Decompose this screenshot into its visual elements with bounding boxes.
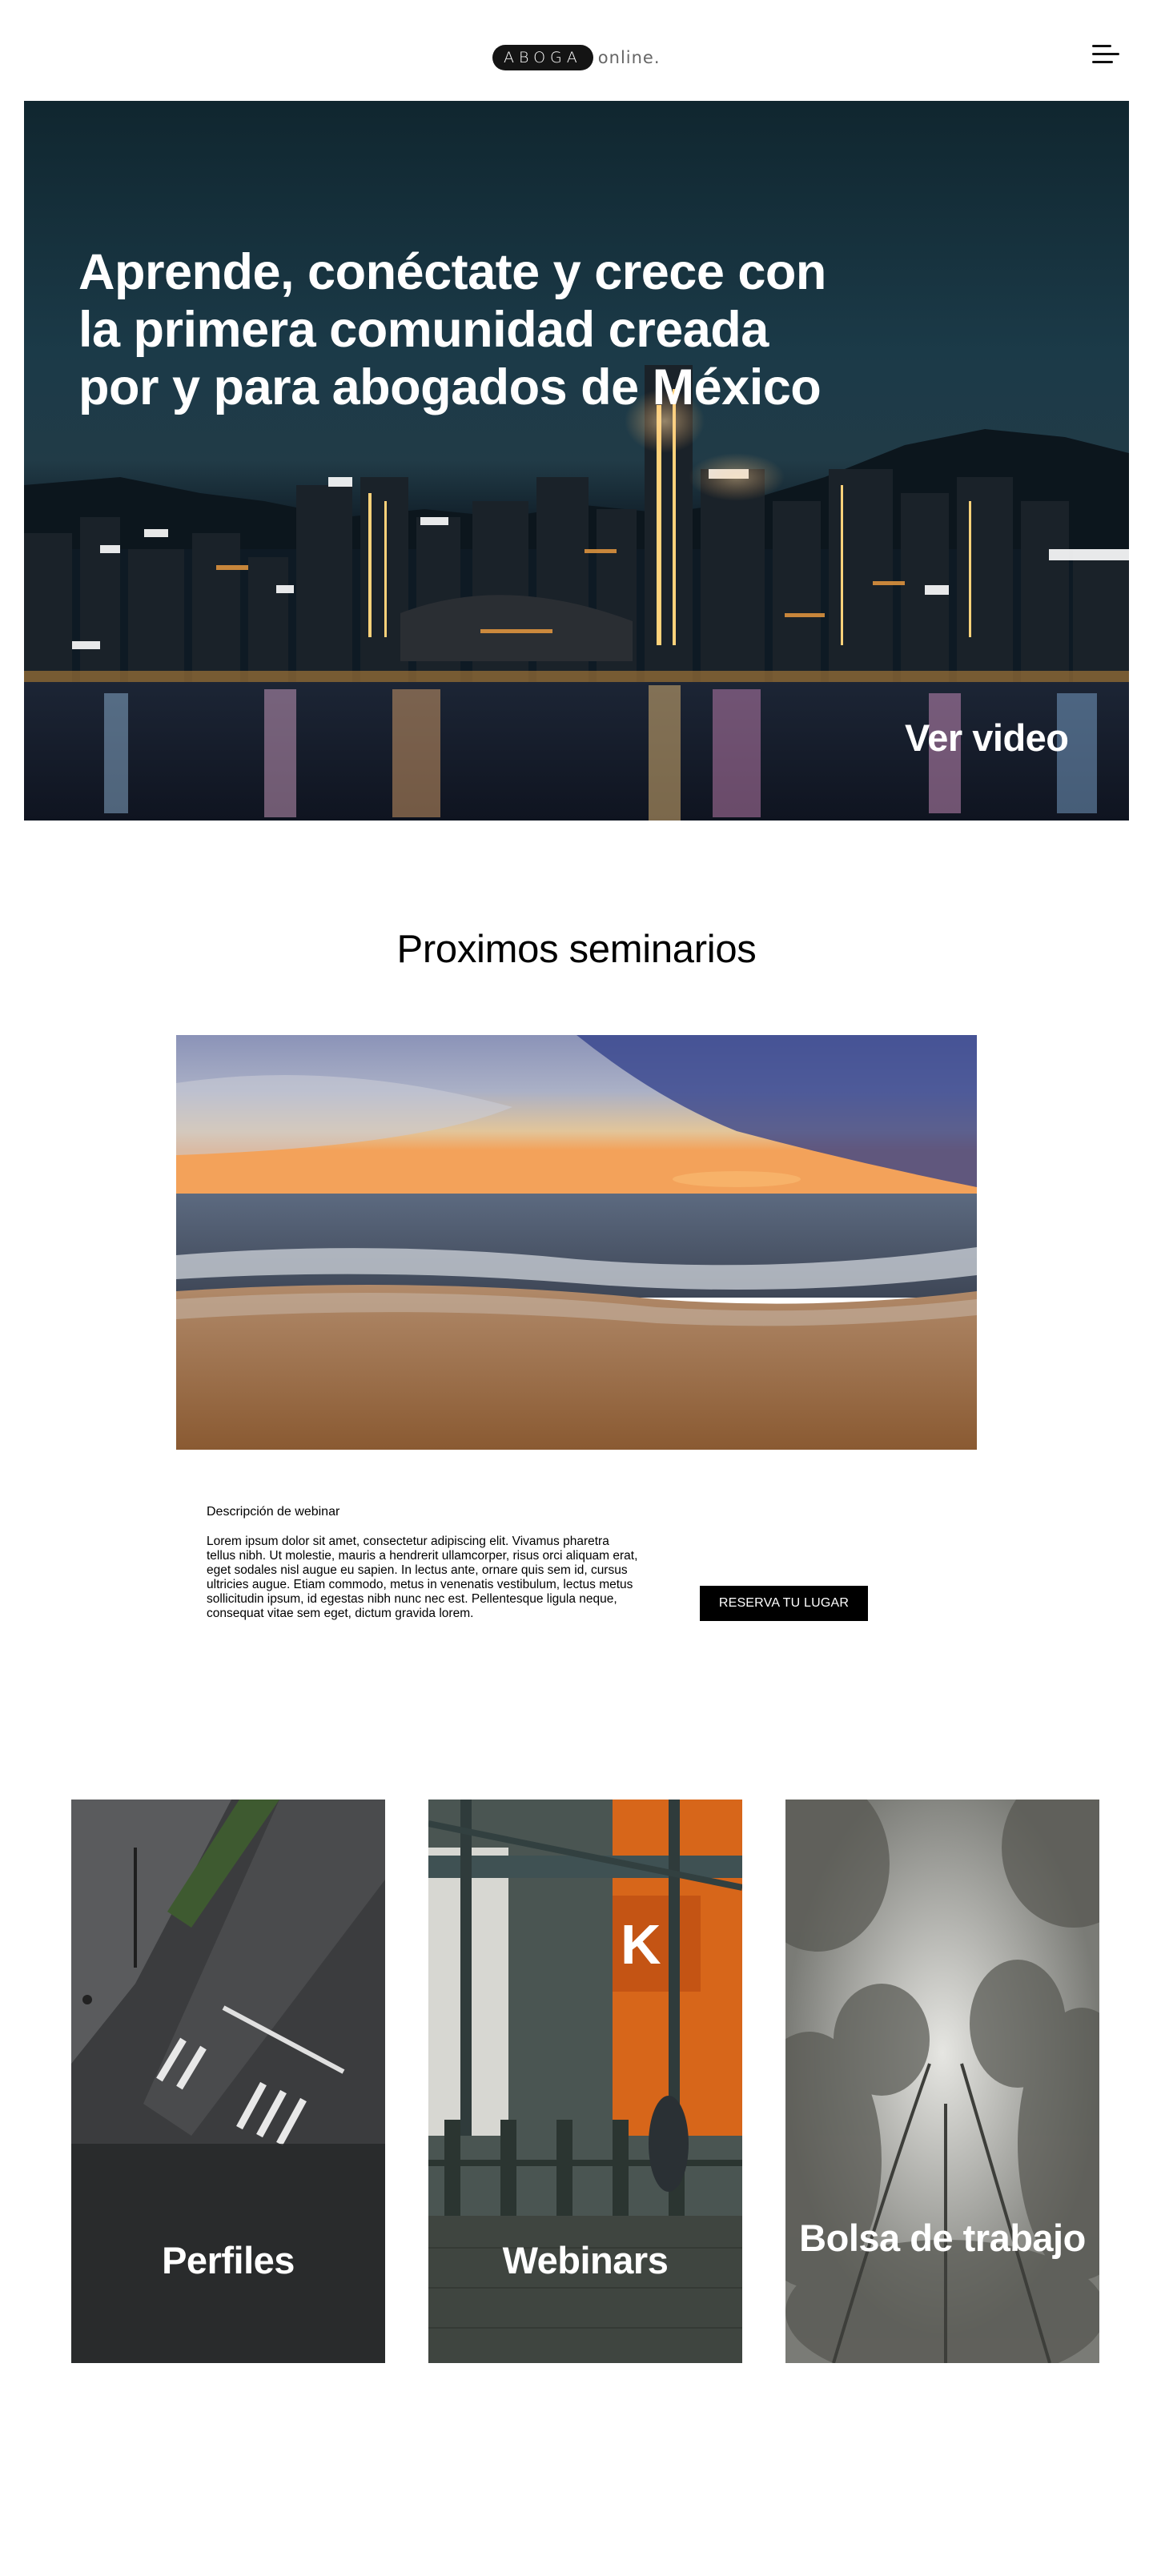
- menu-line: [1092, 53, 1119, 55]
- card-forest-image: [785, 1800, 1099, 2363]
- webinar-description-body: Lorem ipsum dolor sit amet, consectetur …: [207, 1535, 638, 1620]
- svg-text:K: K: [621, 1913, 661, 1976]
- card-label: Perfiles: [162, 2239, 295, 2281]
- watch-video-link[interactable]: Ver video: [905, 716, 1069, 760]
- hero-city-image: [24, 101, 1129, 821]
- card-label: Bolsa de trabajo: [799, 2217, 1086, 2259]
- site-logo[interactable]: ABOGA online.: [492, 45, 661, 70]
- logo-suffix: online.: [597, 48, 661, 67]
- menu-line: [1092, 45, 1111, 47]
- menu-line: [1092, 61, 1113, 63]
- card-webinars[interactable]: K Webinars: [428, 1800, 742, 2363]
- card-label: Webinars: [502, 2239, 669, 2281]
- card-job-board[interactable]: Bolsa de trabajo: [785, 1800, 1099, 2363]
- hero-banner: Aprende, conéctate y crece con la primer…: [24, 101, 1129, 821]
- reserve-seat-button[interactable]: RESERVA TU LUGAR: [700, 1586, 868, 1621]
- hero-title: Aprende, conéctate y crece con la primer…: [78, 244, 826, 415]
- logo-mark: ABOGA: [492, 45, 593, 70]
- hamburger-menu-icon[interactable]: [1087, 43, 1119, 67]
- site-header: ABOGA online.: [0, 0, 1153, 101]
- card-profiles[interactable]: Perfiles: [71, 1800, 385, 2363]
- seminar-image: [176, 1035, 977, 1450]
- seminars-title: Proximos seminarios: [396, 928, 757, 971]
- webinar-description-title: Descripción de webinar: [207, 1505, 340, 1519]
